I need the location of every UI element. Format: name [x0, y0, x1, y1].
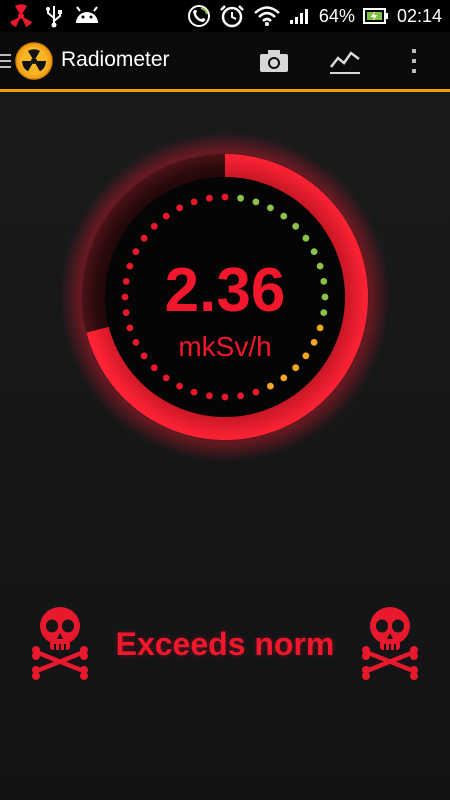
camera-button[interactable] [254, 44, 294, 78]
gauge-scale-dot [190, 198, 198, 206]
gauge-scale-dot [237, 194, 245, 202]
overflow-menu-icon [412, 49, 416, 73]
gauge-scale-dot [150, 364, 158, 372]
gauge-scale-dot [267, 382, 274, 390]
gauge-scale-dot [280, 212, 288, 220]
usb-icon [46, 6, 62, 28]
chart-button[interactable] [325, 44, 365, 78]
gauge-scale-dot [206, 392, 213, 400]
phone-signal-icon [187, 5, 210, 27]
gauge-scale-dot [280, 374, 288, 382]
gauge-scale-dot [252, 388, 260, 396]
status-bar-notifications [8, 4, 100, 28]
gauge-scale-dot [302, 234, 310, 242]
gauge-scale-dot [237, 392, 245, 400]
gauge-scale-dot [150, 222, 158, 230]
status-bar: 64% 02:14 [0, 0, 450, 32]
gauge-scale-dot [292, 364, 300, 372]
status-bar-system: 64% 02:14 [187, 3, 442, 29]
cell-signal-icon [289, 9, 308, 24]
gauge-scale-dot [310, 248, 318, 255]
gauge-scale-dot [162, 212, 170, 220]
battery-percent: 64% [318, 5, 355, 26]
gauge-scale-dot [132, 248, 140, 255]
gauge-scale-dot [221, 393, 229, 401]
action-bar: Radiometer [0, 32, 450, 92]
radiation-icon [10, 4, 32, 27]
gauge-scale-dot [221, 193, 229, 201]
gauge-scale-dot [176, 382, 183, 390]
app-title: Radiometer [61, 48, 170, 71]
gauge-scale-dot [162, 374, 170, 382]
alarm-icon [220, 5, 244, 28]
chart-icon [330, 51, 360, 74]
skull-crossbones-icon [362, 607, 418, 680]
overflow-menu-button[interactable] [394, 44, 434, 78]
radiometer-screen: 64% 02:14 Radiometer 2.36 mkSv/h Exceeds… [0, 0, 450, 800]
battery-charging-icon [362, 8, 388, 24]
dose-rate-value: 2.36 [164, 256, 286, 325]
gauge-scale-dot [292, 222, 300, 230]
gauge-scale-dot [140, 234, 148, 242]
wifi-icon [254, 6, 280, 26]
radiation-logo-icon[interactable] [15, 42, 53, 80]
gauge-scale-dot [267, 204, 274, 212]
gauge-scale-dot [252, 198, 260, 206]
dose-rate-unit: mkSv/h [178, 331, 272, 362]
menu-icon[interactable] [0, 52, 12, 70]
gauge-scale-dot [176, 204, 183, 212]
gauge-scale-dot [206, 194, 213, 202]
android-icon [76, 6, 98, 23]
camera-icon [260, 50, 288, 72]
clock: 02:14 [396, 5, 442, 26]
gauge-scale-dot [190, 388, 198, 396]
